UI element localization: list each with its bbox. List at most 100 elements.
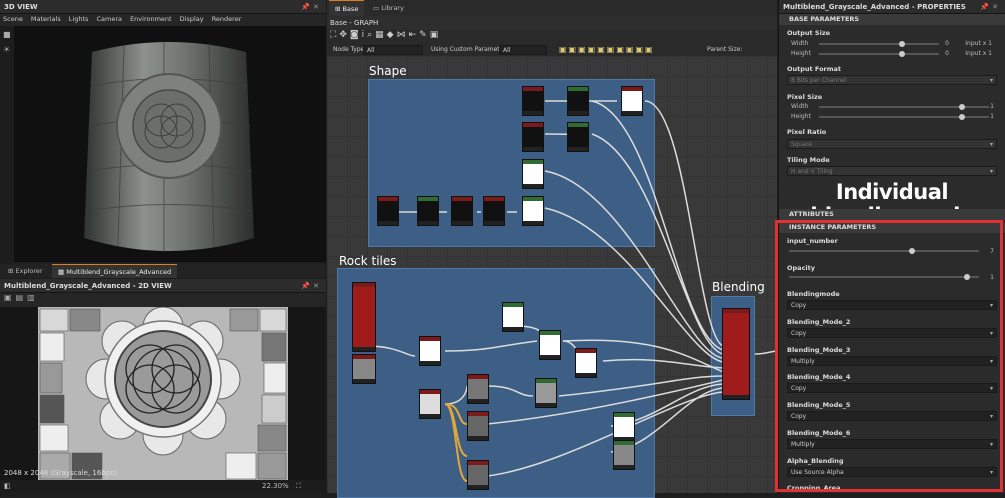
pixel-size-label: Pixel Size — [787, 93, 823, 101]
align-icon[interactable]: ⇤ — [409, 30, 420, 40]
multiblend-node[interactable] — [722, 308, 750, 400]
menu-environment[interactable]: Environment — [130, 15, 172, 23]
graph-node[interactable] — [613, 440, 635, 470]
blending-mode-2-label: Blending_Mode_2 — [787, 318, 851, 326]
input-number-slider[interactable] — [789, 248, 979, 254]
output-format-label: Output Format — [787, 65, 842, 73]
search-icon[interactable]: ⌕ — [367, 30, 375, 40]
output-width-label: Width — [791, 40, 809, 47]
graph-node[interactable] — [613, 412, 635, 442]
graph-node[interactable] — [621, 86, 643, 116]
graph-node[interactable] — [467, 374, 489, 404]
connect-icon[interactable]: ⋈ — [397, 30, 409, 40]
menu-lights[interactable]: Lights — [69, 15, 89, 23]
graph-node[interactable] — [377, 196, 399, 226]
output-height-label: Height — [791, 50, 811, 57]
input-number-label: input_number — [787, 237, 838, 245]
graph-node[interactable] — [483, 196, 505, 226]
pixel-width-label: Width — [791, 103, 809, 110]
graph-node[interactable] — [539, 330, 561, 360]
panel-pin-close-icons[interactable]: 📌✕ — [301, 279, 322, 293]
graph-node[interactable] — [567, 122, 589, 152]
graph-node[interactable] — [352, 354, 376, 384]
cylinder-render — [84, 41, 254, 252]
2d-view-statusbar: ◧ 22.30% ⛶ — [0, 480, 326, 493]
graph-node[interactable] — [352, 282, 376, 352]
tab-base[interactable]: ⊞ Base — [329, 0, 365, 16]
copy-icon[interactable]: ▥ — [27, 293, 39, 302]
graph-node[interactable] — [535, 378, 557, 408]
graph-node[interactable] — [522, 196, 544, 226]
filter-icons[interactable]: ▣▣▣▣▣▣▣▣▣▣ — [559, 44, 655, 56]
pixel-width-slider[interactable] — [819, 104, 989, 110]
blending-mode-2-select[interactable]: Copy ▾ — [787, 328, 997, 338]
pixel-ratio-select[interactable]: Square ▾ — [787, 139, 997, 149]
camera-icon[interactable]: ◙ — [350, 30, 362, 40]
graph-node[interactable] — [522, 86, 544, 116]
blending-mode-4-label: Blending_Mode_4 — [787, 373, 851, 381]
blending-mode-4-select[interactable]: Copy ▾ — [787, 383, 997, 393]
graph-node[interactable] — [575, 348, 597, 378]
frame-icon[interactable]: ⛶ — [330, 30, 339, 40]
grid-icon[interactable]: ▦ — [375, 30, 387, 40]
tab-explorer[interactable]: ⊞ Explorer — [2, 264, 49, 278]
pixel-height-label: Height — [791, 113, 811, 120]
fit-icon[interactable]: ⛶ — [296, 480, 301, 493]
blending-mode-6-select[interactable]: Multiply ▾ — [787, 439, 997, 449]
blending-mode-5-label: Blending_Mode_5 — [787, 401, 851, 409]
node-type-select[interactable]: All — [363, 45, 423, 55]
pixel-height-slider[interactable] — [819, 114, 989, 120]
tab-multiblend[interactable]: ▦ Multiblend_Grayscale_Advanced — [52, 264, 178, 278]
blending-mode-3-select[interactable]: Multiply ▾ — [787, 356, 997, 366]
menu-materials[interactable]: Materials — [31, 15, 61, 23]
alpha-blending-select[interactable]: Use Source Alpha ▾ — [787, 467, 997, 477]
section-attributes[interactable]: ATTRIBUTES — [779, 209, 1005, 220]
output-format-select[interactable]: 8 Bits per Channel ▾ — [787, 75, 997, 85]
blendingmode-select[interactable]: Copy ▾ — [787, 300, 997, 310]
output-height-slider[interactable] — [819, 51, 939, 57]
wrench-icon[interactable]: ✎ — [419, 30, 430, 40]
save-icon[interactable]: ▣ — [4, 293, 16, 302]
menu-display[interactable]: Display — [180, 15, 204, 23]
light-icon[interactable]: ☀ — [0, 43, 14, 56]
publish-icon[interactable]: ▣ — [430, 30, 442, 40]
resolution-info: 2048 x 2048 (Grayscale, 16bpc) — [4, 469, 117, 477]
graph-node[interactable] — [567, 86, 589, 116]
tiling-mode-select[interactable]: H and V Tiling ▾ — [787, 166, 997, 176]
custom-params-select[interactable]: All — [499, 45, 547, 55]
output-width-slider[interactable] — [819, 41, 939, 47]
graph-node[interactable] — [522, 159, 544, 189]
section-instance-parameters[interactable]: INSTANCE PARAMETERS — [779, 222, 1005, 233]
3d-view-menubar: Scene Materials Lights Camera Environmen… — [0, 14, 326, 25]
graph-canvas[interactable]: Shape Rock tiles Blending — [327, 56, 777, 498]
graph-node[interactable] — [502, 302, 524, 332]
camera-icon[interactable]: ■ — [0, 26, 14, 43]
graph-node[interactable] — [417, 196, 439, 226]
layers-icon[interactable]: ◧ — [4, 482, 11, 490]
tab-library[interactable]: ▭ Library — [367, 0, 410, 16]
panel-pin-close-icons[interactable]: 📌✕ — [980, 0, 1001, 14]
menu-renderer[interactable]: Renderer — [212, 15, 242, 23]
panel-pin-close-icons[interactable]: 📌✕ — [301, 0, 322, 14]
tiling-mode-label: Tiling Mode — [787, 156, 830, 164]
graph-node[interactable] — [467, 411, 489, 441]
export-icon[interactable]: ▤ — [16, 293, 28, 302]
opacity-slider[interactable] — [789, 274, 979, 280]
graph-node[interactable] — [522, 122, 544, 152]
zoom-level: 22.30% — [262, 482, 289, 490]
section-base-parameters[interactable]: BASE PARAMETERS — [779, 14, 1005, 25]
blending-mode-5-select[interactable]: Copy ▾ — [787, 411, 997, 421]
graph-node[interactable] — [419, 389, 441, 419]
blending-mode-3-label: Blending_Mode_3 — [787, 346, 851, 354]
graph-node[interactable] — [419, 336, 441, 366]
2d-viewport[interactable] — [0, 306, 326, 480]
menu-scene[interactable]: Scene — [3, 15, 23, 23]
3d-viewport[interactable] — [14, 26, 326, 262]
graph-filter-bar: Node Type: All Using Custom Parameters A… — [327, 44, 777, 56]
graph-tabbar: ⊞ Base ▭ Library — [327, 0, 777, 16]
graph-node[interactable] — [451, 196, 473, 226]
menu-camera[interactable]: Camera — [96, 15, 122, 23]
python-icon[interactable]: ◆ — [387, 30, 397, 40]
move-icon[interactable]: ✥ — [339, 30, 350, 40]
graph-node[interactable] — [467, 460, 489, 490]
